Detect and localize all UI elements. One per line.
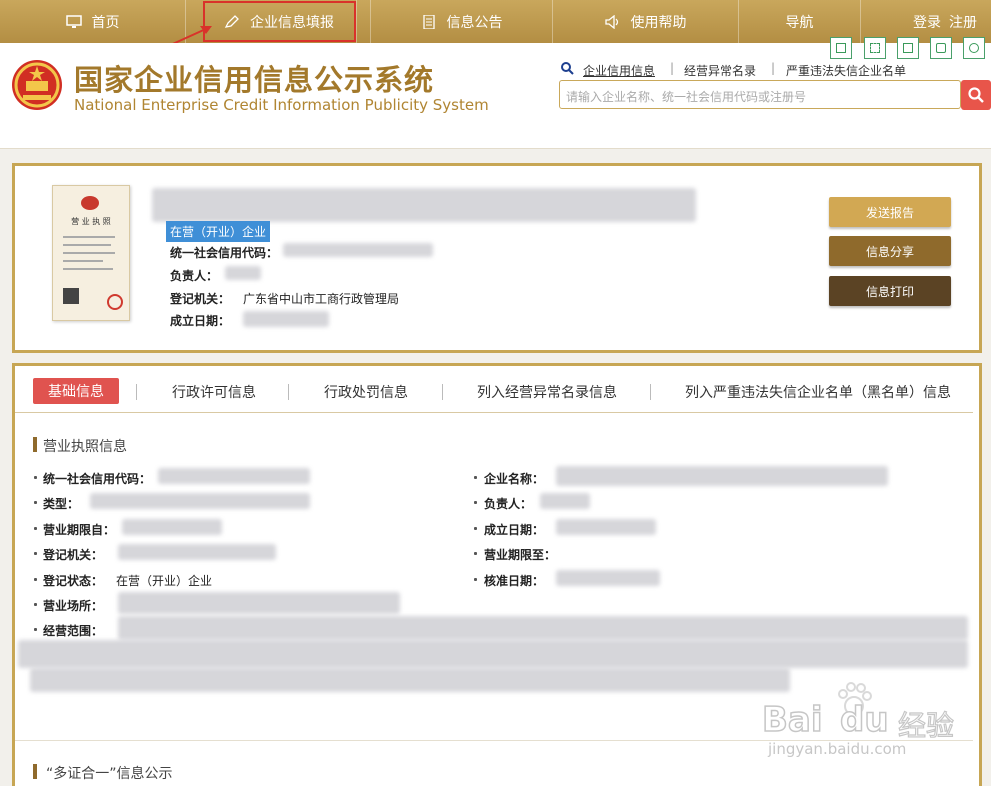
tab-abnormal-list[interactable]: 列入经营异常名录信息: [477, 381, 617, 403]
field-premises-label: 营业场所：: [43, 599, 104, 613]
login-link[interactable]: 登录: [913, 12, 941, 32]
tool-share-icon[interactable]: [930, 37, 952, 59]
send-report-button[interactable]: 发送报告: [829, 197, 951, 227]
nav-enterprise-report[interactable]: 企业信息填报: [202, 0, 357, 43]
nav-help-label: 使用帮助: [630, 14, 687, 31]
share-info-button[interactable]: 信息分享: [829, 236, 951, 266]
register-link[interactable]: 注册: [949, 12, 977, 32]
field-term-from-label: 营业期限自：: [43, 523, 116, 537]
watermark-url: jingyan.baidu.com: [768, 740, 907, 758]
national-emblem-icon: [12, 60, 62, 110]
field-founded-value: [556, 519, 656, 535]
tool-copy-icon[interactable]: [830, 37, 852, 59]
baidu-watermark: Bai du 经验 jingyan.baidu.com: [761, 682, 982, 760]
field-type-label: 类型：: [43, 497, 80, 511]
field-term-to-label: 营业期限至：: [484, 548, 557, 562]
license-qr-icon: [63, 288, 79, 304]
company-name-redacted: [152, 188, 696, 222]
pen-icon: [224, 14, 239, 28]
field-scope-value-cont: [18, 640, 968, 668]
field-type-value: [90, 493, 310, 509]
tool-settings-icon[interactable]: [963, 37, 985, 59]
watermark-brand2: du: [839, 699, 889, 741]
tab-blacklist[interactable]: 列入严重违法失信企业名单（黑名单）信息: [685, 381, 951, 403]
tool-expand-icon[interactable]: [864, 37, 886, 59]
nav-notices-label: 信息公告: [446, 14, 503, 31]
tab-admin-penalty[interactable]: 行政处罚信息: [324, 381, 408, 403]
business-license-image: 营 业 执 照: [52, 185, 130, 321]
nav-navigation-label: 导航: [785, 14, 814, 31]
print-info-button[interactable]: 信息打印: [829, 276, 951, 306]
nav-home-label: 首页: [91, 14, 120, 31]
search-small-icon: [561, 62, 574, 75]
field-credit-code-value: [158, 468, 310, 484]
search-input[interactable]: 请输入企业名称、统一社会信用代码或注册号: [559, 80, 961, 109]
site-title: 国家企业信用信息公示系统: [74, 63, 435, 97]
tool-save-icon[interactable]: [897, 37, 919, 59]
field-company-name-label: 企业名称：: [484, 472, 545, 486]
company-founded-label: 成立日期：: [170, 314, 231, 328]
field-status-label: 登记状态：: [43, 574, 104, 588]
search-link-divider: |: [771, 61, 776, 75]
field-authority-label: 登记机关：: [43, 548, 104, 562]
field-credit-code-label: 统一社会信用代码：: [43, 472, 152, 486]
site-subtitle: National Enterprise Credit Information P…: [74, 96, 489, 114]
field-leader-value: [540, 493, 590, 509]
field-approval-date-value: [556, 570, 660, 586]
field-founded-label: 成立日期：: [484, 523, 545, 537]
search-button[interactable]: [961, 80, 991, 110]
search-link-credit[interactable]: 企业信用信息: [583, 62, 655, 79]
next-section-title: “多证合一”信息公示: [46, 766, 173, 782]
field-scope-value: [118, 616, 968, 640]
field-status-value: 在营（开业）企业: [116, 574, 213, 588]
section-marker: [33, 764, 37, 779]
search-link-divider: |: [670, 61, 675, 75]
field-company-name-value: [556, 466, 888, 486]
search-placeholder: 请输入企业名称、统一社会信用代码或注册号: [566, 90, 807, 104]
company-status-badge: 在营（开业）企业: [166, 221, 271, 242]
tab-divider: [15, 412, 973, 413]
search-icon: [968, 87, 984, 103]
license-seal-icon: [107, 294, 123, 310]
speaker-icon: [604, 14, 618, 29]
license-title: 营 业 执 照: [71, 217, 111, 226]
company-credit-code-value: [283, 243, 433, 257]
nav-notices[interactable]: 信息公告: [370, 0, 553, 43]
section-title: 营业执照信息: [43, 439, 127, 455]
field-leader-label: 负责人：: [484, 497, 533, 511]
document-icon: [422, 14, 435, 29]
company-authority-label: 登记机关：: [170, 292, 231, 306]
field-authority-value: [118, 544, 276, 560]
company-authority-value: 广东省中山市工商行政管理局: [243, 292, 400, 306]
section-marker: [33, 437, 37, 452]
company-leader-value: [225, 266, 261, 280]
search-link-blacklist[interactable]: 严重违法失信企业名单: [786, 62, 906, 79]
watermark-brand: Bai: [761, 699, 823, 741]
tab-basic-info[interactable]: 基础信息: [33, 378, 119, 404]
field-term-from-value: [122, 519, 222, 535]
license-emblem-icon: [81, 196, 99, 210]
monitor-icon: [65, 14, 82, 28]
company-leader-label: 负责人：: [170, 269, 219, 283]
nav-help[interactable]: 使用帮助: [553, 0, 739, 43]
watermark-suffix: 经验: [897, 708, 955, 742]
field-premises-value: [118, 592, 400, 614]
tab-admin-permit[interactable]: 行政许可信息: [172, 381, 256, 403]
field-approval-date-label: 核准日期：: [484, 574, 545, 588]
nav-home[interactable]: 首页: [0, 0, 186, 43]
company-founded-value: [243, 311, 329, 327]
field-scope-label: 经营范围：: [43, 624, 104, 638]
company-credit-code-label: 统一社会信用代码：: [170, 246, 279, 260]
nav-enterprise-report-label: 企业信息填报: [250, 14, 334, 31]
field-scope-value-cont2: [30, 668, 790, 692]
search-link-abnormal[interactable]: 经营异常名录: [684, 62, 756, 79]
